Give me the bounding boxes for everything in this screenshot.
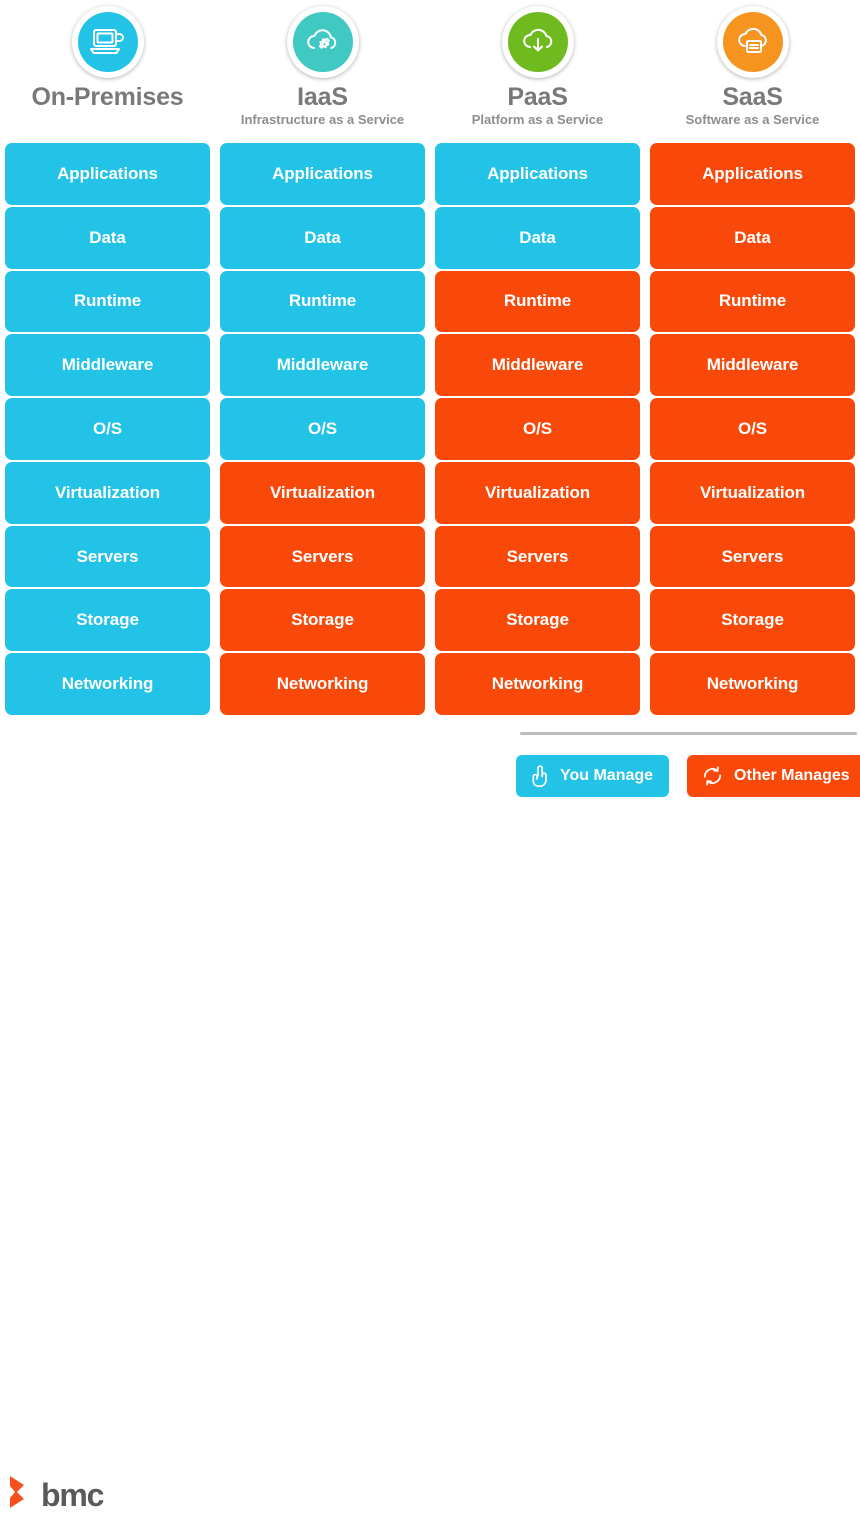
sync-arrows-icon (700, 764, 725, 788)
stack-cell[interactable]: Servers (5, 525, 210, 588)
stack-cell[interactable]: Data (5, 206, 210, 269)
stack-column-iaas: Applications Data Runtime Middleware O/S… (220, 143, 425, 716)
stack-cell[interactable]: Servers (220, 525, 425, 588)
paas-icon-badge (501, 6, 574, 78)
header-saas: SaaS Software as a Service (645, 0, 860, 140)
legend-item-you-manage[interactable]: You Manage (516, 755, 670, 797)
bmc-logo-text: bmc (41, 1476, 104, 1513)
iaas-icon-badge (286, 6, 359, 78)
cloud-gear-icon (292, 12, 353, 72)
stack-cell[interactable]: Storage (650, 589, 855, 652)
stack-column-saas: Applications Data Runtime Middleware O/S… (650, 143, 855, 716)
stack-cell[interactable]: Runtime (220, 270, 425, 333)
stack-cell[interactable]: Middleware (435, 334, 640, 397)
service-model-grid: Applications Data Runtime Middleware O/S… (0, 143, 860, 716)
stack-column-paas: Applications Data Runtime Middleware O/S… (435, 143, 640, 716)
legend-label: Other Manages (734, 767, 850, 784)
header-on-premises: On-Premises (0, 0, 215, 140)
column-title: On-Premises (31, 83, 184, 111)
stack-cell[interactable]: Servers (435, 525, 640, 588)
stack-cell[interactable]: Runtime (650, 270, 855, 333)
cloud-document-icon (722, 12, 783, 72)
header-iaas: IaaS Infrastructure as a Service (215, 0, 430, 140)
stack-cell[interactable]: Applications (220, 143, 425, 205)
stack-cell[interactable]: Virtualization (220, 461, 425, 524)
stack-cell[interactable]: Virtualization (650, 461, 855, 524)
legend-divider (520, 732, 857, 735)
footer: You Manage Other Manages bmc (0, 722, 860, 1511)
stack-cell[interactable]: Networking (220, 653, 425, 716)
laptop-coffee-icon (77, 12, 138, 72)
stack-cell[interactable]: Networking (650, 653, 855, 716)
stack-cell[interactable]: O/S (5, 398, 210, 460)
legend-item-other-manages[interactable]: Other Manages (687, 755, 860, 797)
stack-cell[interactable]: Virtualization (5, 461, 210, 524)
column-headers: On-Premises IaaS Infrastructure as a Ser… (0, 0, 860, 140)
stack-cell[interactable]: Middleware (220, 334, 425, 397)
column-subtitle: Software as a Service (685, 112, 820, 128)
legend-label: You Manage (560, 767, 654, 784)
stack-cell[interactable]: Middleware (5, 334, 210, 397)
stack-cell[interactable]: Storage (220, 589, 425, 652)
stack-cell[interactable]: Runtime (5, 270, 210, 333)
stack-cell[interactable]: Servers (650, 525, 855, 588)
on-premises-icon-badge (71, 6, 144, 78)
stack-cell[interactable]: O/S (650, 398, 855, 460)
stack-cell[interactable]: Virtualization (435, 461, 640, 524)
column-subtitle: Platform as a Service (471, 112, 604, 128)
column-subtitle: Infrastructure as a Service (240, 112, 405, 128)
stack-cell[interactable]: Data (435, 206, 640, 269)
column-title: IaaS (297, 83, 348, 111)
stack-column-on-premises: Applications Data Runtime Middleware O/S… (5, 143, 210, 716)
stack-cell[interactable]: Data (650, 206, 855, 269)
stack-cell[interactable]: Applications (435, 143, 640, 205)
stack-cell[interactable]: O/S (435, 398, 640, 460)
stack-cell[interactable]: Storage (435, 589, 640, 652)
header-paas: PaaS Platform as a Service (430, 0, 645, 140)
stack-cell[interactable]: Storage (5, 589, 210, 652)
column-title: SaaS (722, 83, 783, 111)
stack-cell[interactable]: Applications (5, 143, 210, 205)
stack-cell[interactable]: Data (220, 206, 425, 269)
bmc-logo[interactable]: bmc (8, 1474, 104, 1515)
stack-cell[interactable]: Middleware (650, 334, 855, 397)
bmc-bracket-icon (8, 1474, 38, 1515)
stack-cell[interactable]: O/S (220, 398, 425, 460)
saas-icon-badge (716, 6, 789, 78)
stack-cell[interactable]: Networking (435, 653, 640, 716)
legend: You Manage Other Manages (516, 755, 860, 797)
stack-cell[interactable]: Runtime (435, 270, 640, 333)
column-title: PaaS (507, 83, 568, 111)
pointing-hand-icon (529, 763, 551, 789)
stack-cell[interactable]: Applications (650, 143, 855, 205)
cloud-download-icon (507, 12, 568, 72)
stack-cell[interactable]: Networking (5, 653, 210, 716)
